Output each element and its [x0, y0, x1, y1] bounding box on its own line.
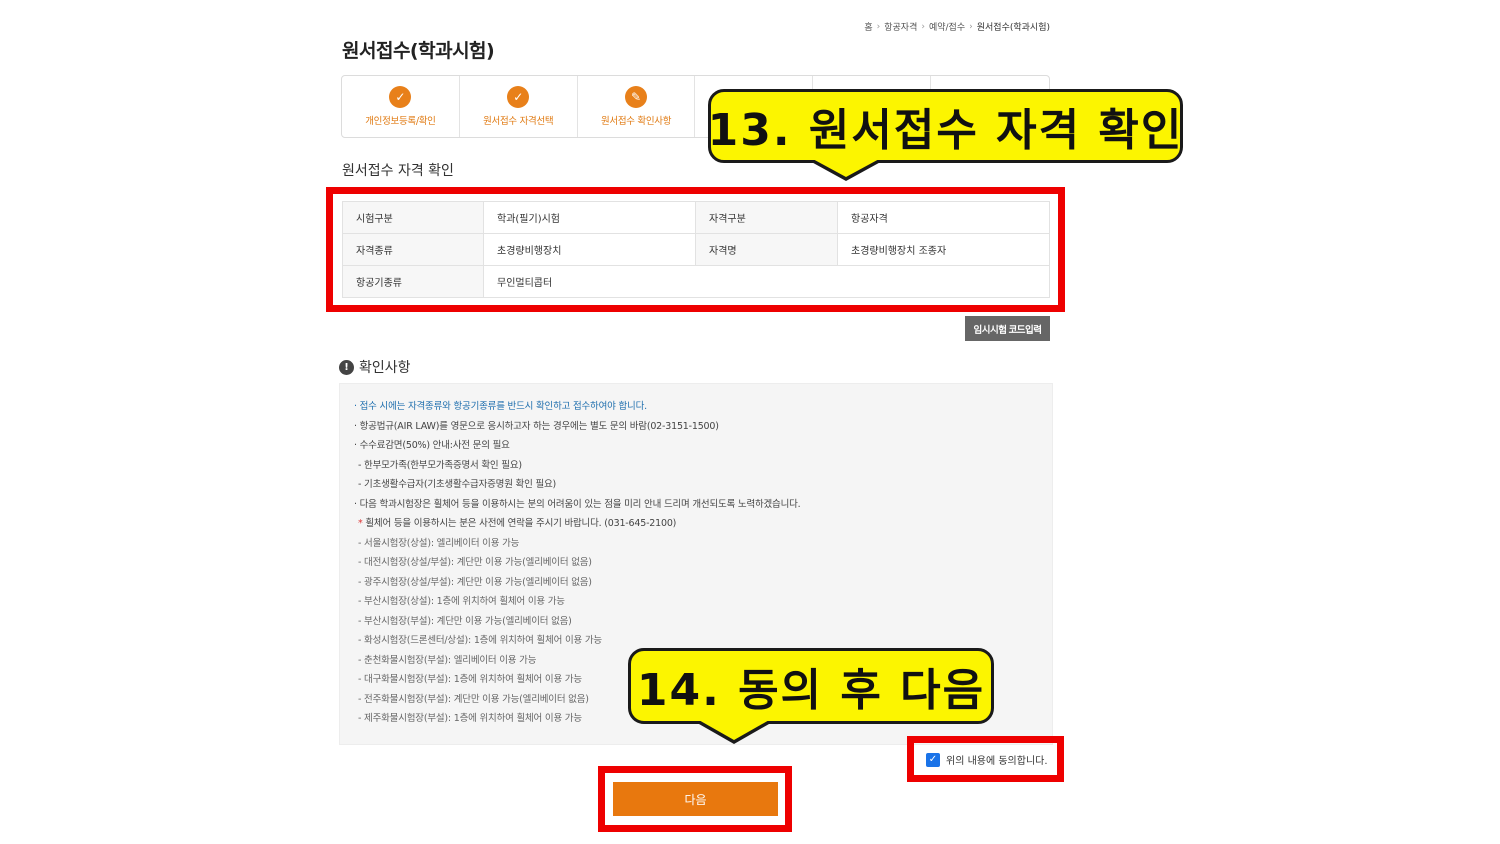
notice-line: * 휠체어 등을 이용하시는 분은 사전에 연락을 주시기 바랍니다. (031…: [354, 514, 1052, 534]
temp-exam-code-button[interactable]: 임시시험 코드입력: [965, 316, 1050, 341]
callout-tail: [811, 158, 881, 177]
notice-line: · 접수 시에는 자격종류와 항공기종류를 반드시 확인하고 접수하여야 합니다…: [354, 401, 647, 412]
step-qualification-select: ✓ 원서접수 자격선택: [460, 76, 578, 137]
pencil-icon: ✎: [625, 86, 648, 108]
notice-line: · 다음 학과시험장은 휠체어 등을 이용하시는 분의 어려움이 있는 점을 미…: [354, 498, 801, 510]
notice-line: - 서울시험장(상설): 엘리베이터 이용 가능: [358, 537, 520, 549]
notice-line-text: 휠체어 등을 이용하시는 분은 사전에 연락을 주시기 바랍니다. (031-6…: [365, 518, 677, 529]
step-personal-info: ✓ 개인정보등록/확인: [342, 76, 460, 137]
breadcrumb-home[interactable]: 홈: [864, 20, 872, 33]
step-confirm-items: ✎ 원서접수 확인사항: [578, 76, 696, 137]
notice-line: - 대전시험장(상설/부설): 계단만 이용 가능(엘리베이터 없음): [358, 557, 592, 568]
notice-title-text: 확인사항: [359, 360, 411, 376]
step-label: 원서접수 확인사항: [600, 116, 672, 127]
callout-13: 13. 원서접수 자격 확인: [708, 89, 1183, 163]
step-label: 원서접수 자격선택: [483, 116, 554, 127]
breadcrumb: 홈 › 항공자격 › 예약/접수 › 원서접수(학과시험): [864, 20, 1050, 34]
chevron-right-icon: ›: [876, 21, 881, 32]
chevron-right-icon: ›: [921, 21, 925, 32]
step-label: 개인정보등록/확인: [365, 116, 436, 127]
notice-line: - 부산시험장(부설): 계단만 이용 가능(엘리베이터 없음): [358, 615, 572, 627]
breadcrumb-level2[interactable]: 예약/접수: [929, 20, 965, 33]
callout-tail: [697, 719, 771, 740]
notice-line: - 부산시험장(상설): 1층에 위치하여 휠체어 이용 가능: [358, 596, 565, 607]
check-icon: ✓: [389, 86, 412, 108]
section-title: 원서접수 자격 확인: [342, 163, 454, 179]
check-icon: ✓: [507, 86, 530, 108]
notice-line: · 항공법규(AIR LAW)를 영문으로 응시하고자 하는 경우에는 별도 문…: [354, 420, 719, 432]
breadcrumb-current: 원서접수(학과시험): [976, 23, 1050, 33]
callout-14: 14. 동의 후 다음: [628, 648, 994, 724]
notice-line: - 한부모가족(한부모가족증명서 확인 필요): [358, 459, 522, 471]
highlight-box: [907, 736, 1064, 782]
notice-line: - 기초생활수급자(기초생활수급자증명원 확인 필요): [358, 479, 557, 490]
highlight-box: [326, 187, 1065, 312]
exclamation-icon: !: [339, 359, 354, 375]
highlight-box: [598, 766, 792, 832]
breadcrumb-level1[interactable]: 항공자격: [884, 20, 917, 33]
required-star: *: [358, 518, 363, 529]
notice-line: · 수수료감면(50%) 안내:사전 문의 필요: [354, 440, 510, 451]
chevron-right-icon: ›: [969, 21, 973, 32]
notice-line: - 광주시험장(상설/부설): 계단만 이용 가능(엘리베이터 없음): [358, 576, 592, 588]
notice-title: ! 확인사항: [339, 357, 411, 377]
page-title: 원서접수(학과시험): [342, 40, 495, 62]
